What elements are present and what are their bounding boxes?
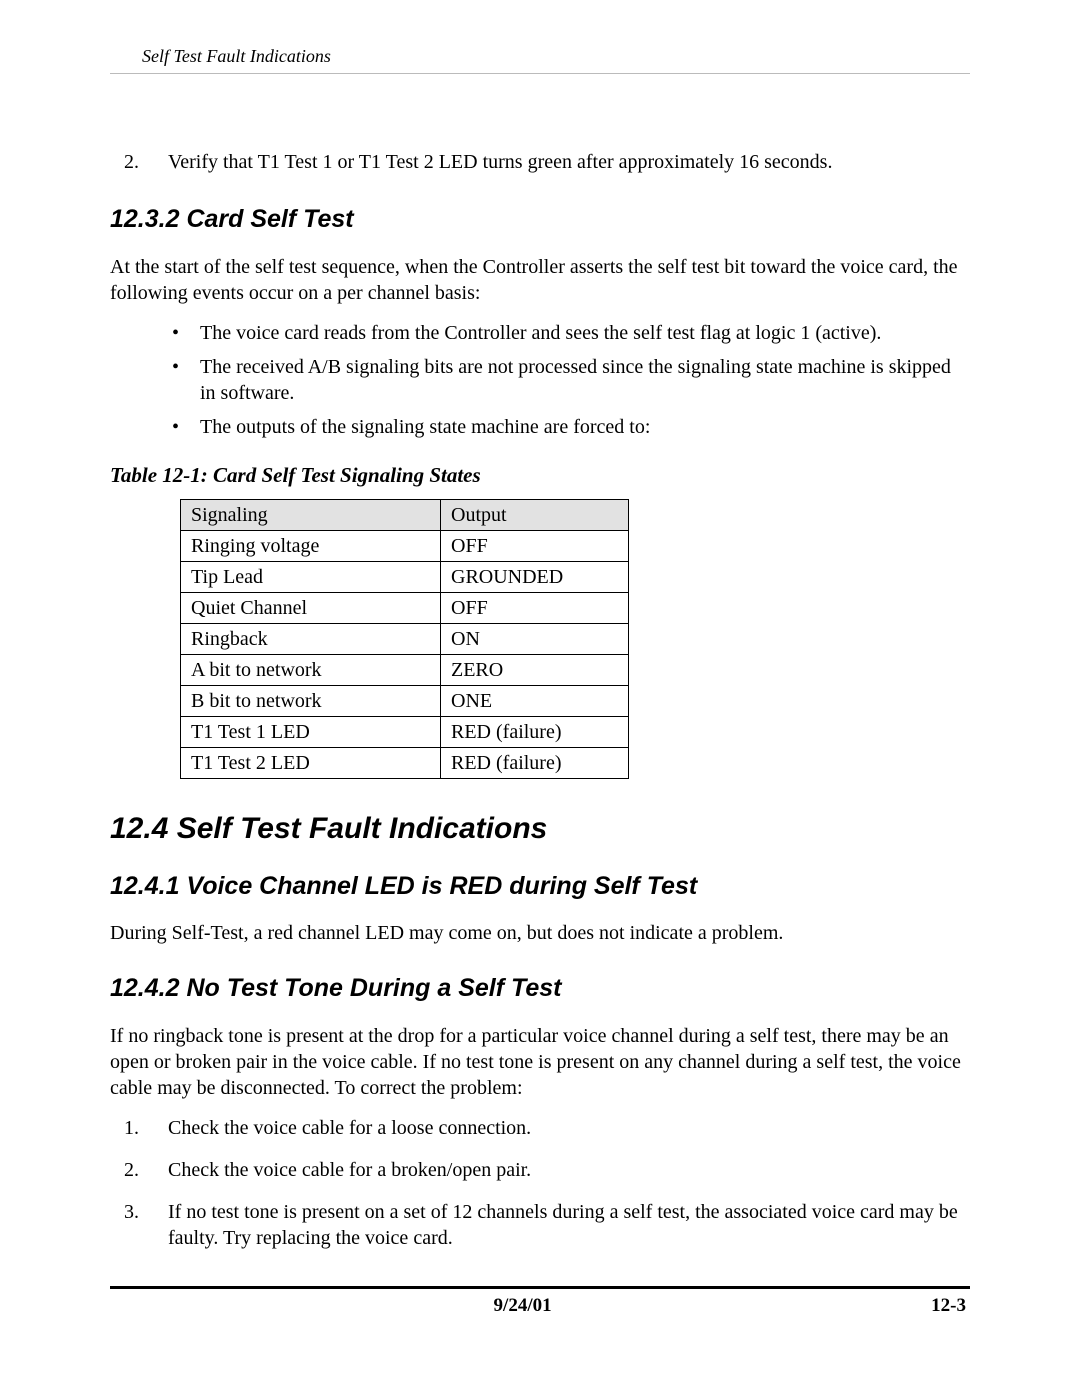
heading-12-4-1: 12.4.1 Voice Channel LED is RED during S… xyxy=(110,870,970,903)
table-cell: B bit to network xyxy=(181,685,441,716)
table-cell: ON xyxy=(441,623,629,654)
footer-date: 9/24/01 xyxy=(494,1295,552,1317)
bullet-item: • The received A/B signaling bits are no… xyxy=(172,354,970,406)
table-row: T1 Test 2 LED RED (failure) xyxy=(181,747,629,778)
ordered-item-text: If no test tone is present on a set of 1… xyxy=(168,1199,970,1251)
table-cell: OFF xyxy=(441,592,629,623)
table-cell: T1 Test 2 LED xyxy=(181,747,441,778)
table-row: T1 Test 1 LED RED (failure) xyxy=(181,716,629,747)
table-row: Ringback ON xyxy=(181,623,629,654)
table-cell: T1 Test 1 LED xyxy=(181,716,441,747)
page-footer: 9/24/01 12-3 xyxy=(110,1286,970,1317)
footer-rule xyxy=(110,1286,970,1289)
table-row: Tip Lead GROUNDED xyxy=(181,561,629,592)
ordered-item: 3. If no test tone is present on a set o… xyxy=(124,1199,970,1251)
para-12-4-2: If no ringback tone is present at the dr… xyxy=(110,1023,970,1101)
running-header: Self Test Fault Indications xyxy=(142,46,970,67)
heading-12-4-2: 12.4.2 No Test Tone During a Self Test xyxy=(110,972,970,1005)
table-cell: Ringing voltage xyxy=(181,530,441,561)
bullet-text: The voice card reads from the Controller… xyxy=(200,320,881,346)
table-row: A bit to network ZERO xyxy=(181,654,629,685)
table-cell: Ringback xyxy=(181,623,441,654)
table-header-row: Signaling Output xyxy=(181,499,629,530)
bullet-dot-icon: • xyxy=(172,320,200,346)
para-12-4-1: During Self-Test, a red channel LED may … xyxy=(110,920,970,946)
ordered-item: 1. Check the voice cable for a loose con… xyxy=(124,1115,970,1141)
bullet-text: The received A/B signaling bits are not … xyxy=(200,354,970,406)
table-cell: RED (failure) xyxy=(441,747,629,778)
ordered-item-text: Verify that T1 Test 1 or T1 Test 2 LED t… xyxy=(168,149,832,175)
bullet-list: • The voice card reads from the Controll… xyxy=(110,320,970,440)
table-cell: ONE xyxy=(441,685,629,716)
ordered-item-number: 2. xyxy=(124,1157,168,1183)
table-12-1: Signaling Output Ringing voltage OFF Tip… xyxy=(180,499,629,779)
ordered-list-12-4-2: 1. Check the voice cable for a loose con… xyxy=(110,1115,970,1251)
table-cell: ZERO xyxy=(441,654,629,685)
ordered-item-text: Check the voice cable for a broken/open … xyxy=(168,1157,531,1183)
page: Self Test Fault Indications 2. Verify th… xyxy=(0,0,1080,1397)
content: 2. Verify that T1 Test 1 or T1 Test 2 LE… xyxy=(110,74,970,1251)
table-row: Ringing voltage OFF xyxy=(181,530,629,561)
table-cell: A bit to network xyxy=(181,654,441,685)
table-cell: Tip Lead xyxy=(181,561,441,592)
ordered-item-number: 2. xyxy=(124,149,168,175)
ordered-item-number: 3. xyxy=(124,1199,168,1251)
footer-page-number: 12-3 xyxy=(931,1295,966,1317)
bullet-text: The outputs of the signaling state machi… xyxy=(200,414,650,440)
bullet-item: • The voice card reads from the Controll… xyxy=(172,320,970,346)
heading-12-3-2: 12.3.2 Card Self Test xyxy=(110,203,970,236)
ordered-item-text: Check the voice cable for a loose connec… xyxy=(168,1115,531,1141)
para-12-3-2: At the start of the self test sequence, … xyxy=(110,254,970,306)
table-header-signaling: Signaling xyxy=(181,499,441,530)
table-cell: GROUNDED xyxy=(441,561,629,592)
table-row: Quiet Channel OFF xyxy=(181,592,629,623)
bullet-dot-icon: • xyxy=(172,354,200,406)
bullet-dot-icon: • xyxy=(172,414,200,440)
heading-12-4: 12.4 Self Test Fault Indications xyxy=(110,809,970,848)
table-cell: Quiet Channel xyxy=(181,592,441,623)
table-row: B bit to network ONE xyxy=(181,685,629,716)
table-cell: RED (failure) xyxy=(441,716,629,747)
table-12-1-caption: Table 12-1: Card Self Test Signaling Sta… xyxy=(110,462,970,489)
ordered-item-number: 1. xyxy=(124,1115,168,1141)
ordered-item: 2. Check the voice cable for a broken/op… xyxy=(124,1157,970,1183)
table-cell: OFF xyxy=(441,530,629,561)
bullet-item: • The outputs of the signaling state mac… xyxy=(172,414,970,440)
table-header-output: Output xyxy=(441,499,629,530)
ordered-item-2: 2. Verify that T1 Test 1 or T1 Test 2 LE… xyxy=(124,149,970,175)
